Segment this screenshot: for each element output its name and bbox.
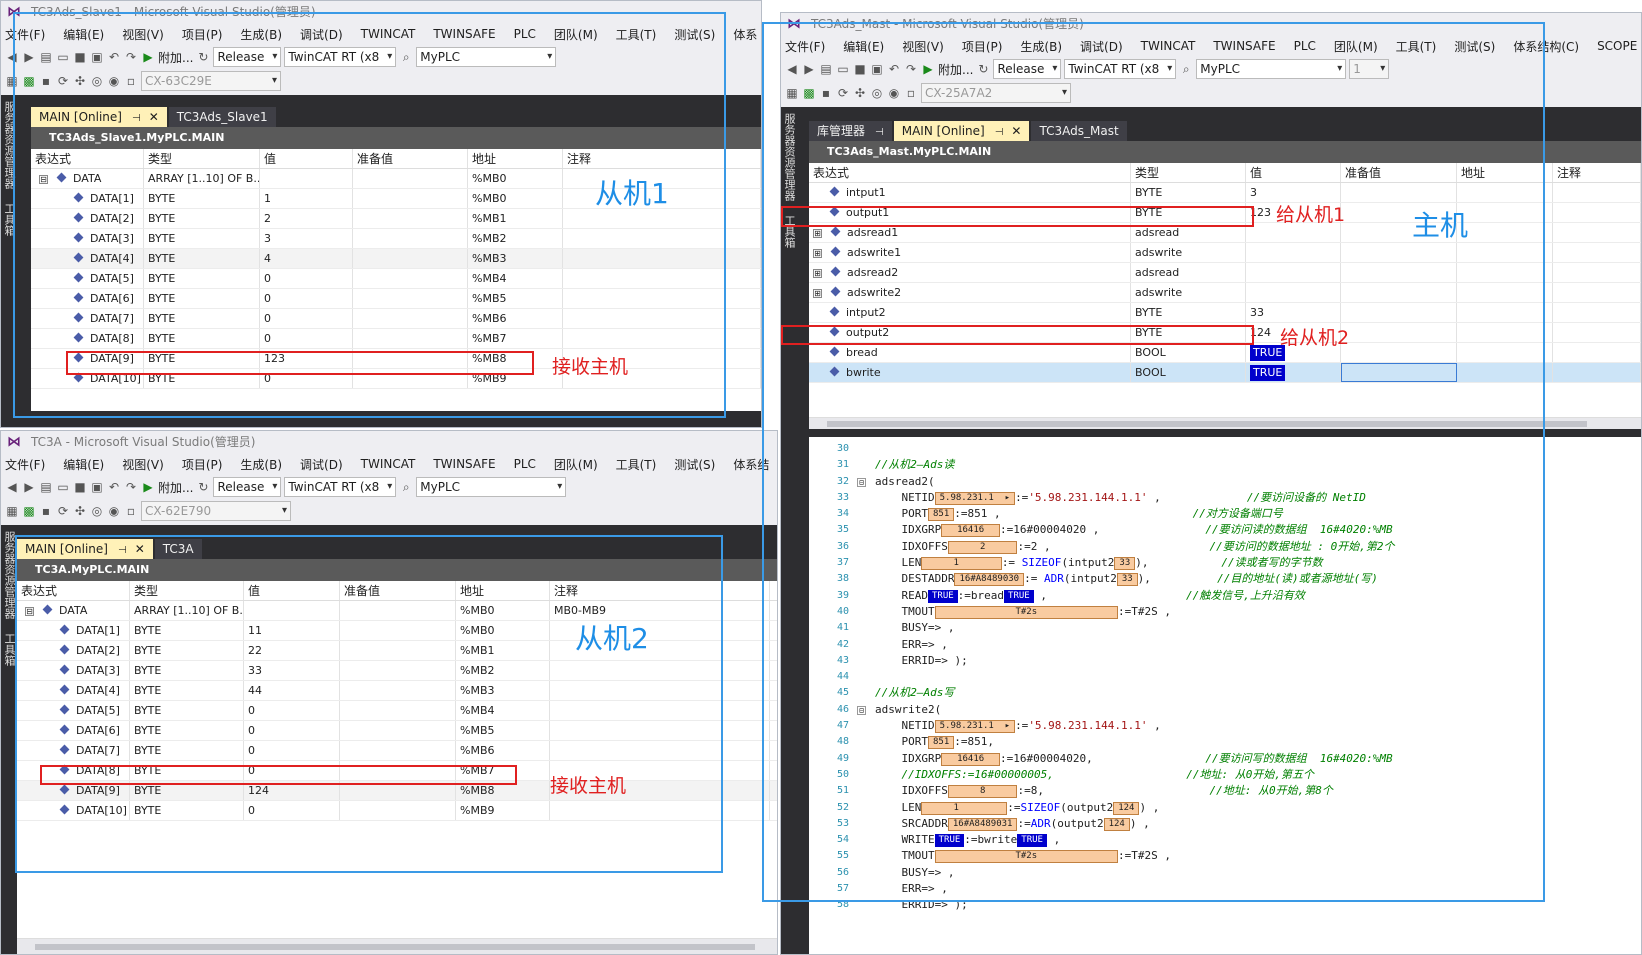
config-mode-icon[interactable]: ▪ (39, 504, 53, 518)
slave2-highlight-box (15, 535, 723, 873)
menu-item[interactable]: 测试(S) (674, 456, 715, 473)
menu-item[interactable]: TWINSAFE (433, 457, 495, 471)
menu-item[interactable]: 文件(F) (5, 456, 45, 473)
slave2-toolbar: ◀ ▶ ▤ ▭ ■ ▣ ↶ ↷ ▶ 附加... ↻ Release TwinCA… (1, 475, 777, 499)
comment-cell (1553, 243, 1641, 262)
column-header[interactable]: 注释 (1553, 163, 1641, 182)
find-icon[interactable]: ⌕ (399, 480, 413, 494)
comment-cell (1553, 223, 1641, 242)
slave2-horizontal-scrollbar[interactable] (17, 938, 777, 954)
menu-item[interactable]: 工具(T) (616, 456, 657, 473)
slave1-data9-box (66, 351, 534, 375)
visual-studio-icon: ⋈ (7, 434, 21, 450)
master-highlight-box (762, 22, 1545, 902)
comment-cell (1553, 363, 1641, 382)
grid-icon[interactable]: ▦ (5, 504, 19, 518)
target-select[interactable]: CX-62E790 (141, 501, 291, 521)
comment-cell (1553, 323, 1641, 342)
slave2-data9-box (40, 765, 517, 785)
menu-item[interactable]: 视图(V) (122, 456, 164, 473)
slave2-menubar: 文件(F) 编辑(E) 视图(V) 项目(P) 生成(B) 调试(D) TWINCAT TWI… (1, 453, 777, 475)
slave2-toolbar-twincat: ▦ ▩ ▪ ⟳ ✣ ◎ ◉ ▫ CX-62E790 (1, 499, 777, 523)
save-icon[interactable]: ■ (73, 480, 87, 494)
redo-icon[interactable]: ↷ (124, 480, 138, 494)
start-icon[interactable]: ▶ (141, 480, 155, 494)
comment-cell (1553, 263, 1641, 282)
slave2-receive-label: 接收主机 (550, 775, 627, 797)
save-all-icon[interactable]: ▣ (90, 480, 104, 494)
logout-icon[interactable]: ▫ (124, 504, 138, 518)
menu-item[interactable]: 项目(P) (182, 456, 223, 473)
configuration-select[interactable]: Release (213, 477, 282, 497)
menu-item[interactable]: SCOPE (1597, 39, 1637, 53)
activate-icon[interactable]: ▩ (22, 504, 36, 518)
project-select[interactable]: MyPLC (416, 477, 567, 497)
menu-item[interactable]: TWINCAT (361, 457, 416, 471)
toggle-icon[interactable]: ◎ (90, 504, 104, 518)
slave1-label: 从机1 (595, 177, 669, 210)
master-output1-box (781, 206, 1254, 227)
undo-icon[interactable]: ↶ (107, 480, 121, 494)
slave1-receive-label: 接收主机 (552, 356, 629, 378)
menu-item[interactable]: 调试(D) (300, 456, 343, 473)
window-title: TC3A - Microsoft Visual Studio(管理员) (31, 435, 256, 449)
comment-cell (1553, 303, 1641, 322)
scan-icon[interactable]: ✣ (73, 504, 87, 518)
refresh-icon[interactable]: ↻ (196, 480, 210, 494)
reload-icon[interactable]: ⟳ (56, 504, 70, 518)
slave2-label: 从机2 (575, 622, 649, 655)
menu-item[interactable]: PLC (514, 457, 536, 471)
menu-item[interactable]: 团队(M) (554, 456, 598, 473)
comment-cell (1553, 283, 1641, 302)
comment-cell (1553, 343, 1641, 362)
slave2-titlebar: ⋈ TC3A - Microsoft Visual Studio(管理员) (1, 431, 777, 453)
platform-select[interactable]: TwinCAT RT (x8 (284, 477, 397, 497)
forward-icon[interactable]: ▶ (22, 480, 36, 494)
attach-button[interactable]: 附加... (158, 479, 193, 496)
comment-cell (1553, 183, 1641, 202)
comment-cell (1553, 203, 1641, 222)
to-slave2-label: 给从机2 (1280, 327, 1350, 349)
master-output2-box (781, 325, 1254, 345)
menu-item[interactable]: 编辑(E) (63, 456, 104, 473)
new-project-icon[interactable]: ▤ (39, 480, 53, 494)
to-slave1-label: 给从机1 (1276, 204, 1346, 226)
back-icon[interactable]: ◀ (5, 480, 19, 494)
open-icon[interactable]: ▭ (56, 480, 70, 494)
master-label: 主机 (1412, 209, 1469, 242)
login-icon[interactable]: ◉ (107, 504, 121, 518)
scrollbar-thumb[interactable] (35, 944, 755, 950)
menu-item[interactable]: 生成(B) (240, 456, 282, 473)
menu-item[interactable]: 体系 (733, 26, 757, 43)
